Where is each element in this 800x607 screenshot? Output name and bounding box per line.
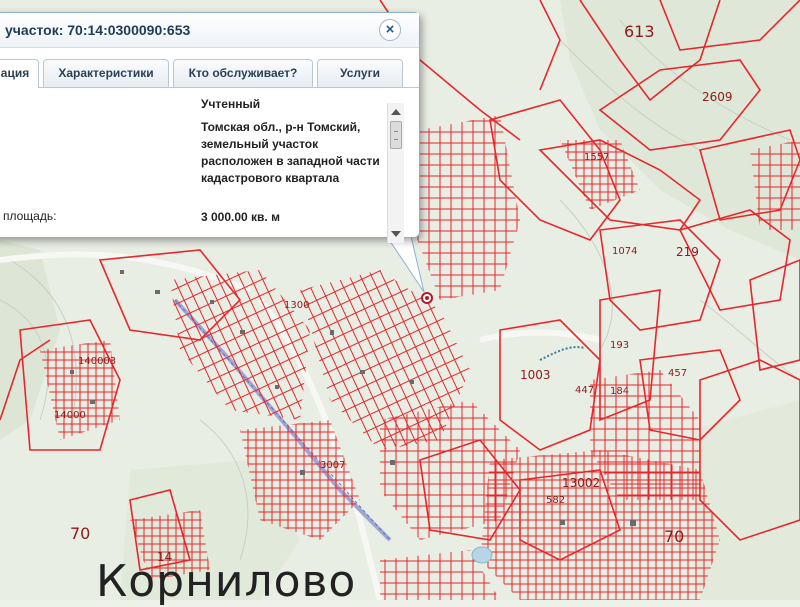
parcel-label-193: 193 [610, 340, 630, 351]
tab-label: Характеристики [58, 66, 154, 80]
scroll-thumb[interactable] [390, 121, 402, 149]
tab-services[interactable]: Услуги [317, 59, 403, 87]
area-label: площадь: [3, 209, 57, 223]
parcel-label-140003: 140003 [78, 356, 117, 367]
parcel-label-219: 219 [676, 245, 699, 259]
popup-tabs: ация Характеристики Кто обслуживает? Усл… [0, 59, 419, 88]
popup-header: участок: 70:14:0300090:653 × [0, 13, 419, 48]
tab-who-serves[interactable]: Кто обслуживает? [173, 59, 313, 87]
parcel-label-1074: 1074 [612, 246, 638, 257]
parcel-location-marker[interactable] [421, 292, 433, 304]
tab-label: Услуги [340, 66, 380, 80]
tab-label: ация [0, 66, 30, 80]
scroll-down-icon[interactable] [391, 231, 401, 237]
close-icon: × [385, 21, 395, 38]
tab-label: Кто обслуживает? [188, 66, 298, 80]
place-name-label: Корнилово [96, 556, 357, 607]
parcel-label-184: 184 [610, 386, 630, 397]
popup-title: участок: 70:14:0300090:653 [5, 22, 191, 38]
parcel-label-582: 582 [546, 495, 566, 506]
scroll-up-icon[interactable] [391, 109, 401, 115]
area-value: 3 000.00 кв. м [201, 210, 280, 224]
parcel-label-1557: 1557 [584, 152, 610, 163]
parcel-label-447: 447 [575, 385, 595, 396]
parcel-label-1300: 1300 [284, 300, 310, 311]
parcel-label-2609: 2609 [702, 90, 733, 104]
parcel-label-14000: 14000 [54, 410, 86, 421]
close-button[interactable]: × [379, 19, 401, 41]
tab-characteristics[interactable]: Характеристики [43, 59, 169, 87]
popup-scrollbar[interactable] [387, 103, 404, 243]
parcel-label-1003: 1003 [520, 368, 551, 382]
tab-information[interactable]: ация [0, 59, 39, 88]
address-value: Томская обл., р-н Томский, земельный уча… [201, 120, 380, 185]
parcel-label-3007: 3007 [320, 460, 346, 471]
parcel-label-70-west: 70 [70, 524, 91, 543]
parcel-label-13002: 13002 [562, 476, 601, 490]
parcel-label-613: 613 [624, 22, 655, 41]
parcel-info-popup: участок: 70:14:0300090:653 × ация Характ… [0, 12, 420, 243]
popup-content: Учтенный Томская обл., р-н Томский, земе… [0, 90, 391, 230]
status-value: Учтенный [201, 97, 261, 111]
parcel-label-457: 457 [668, 368, 688, 379]
parcel-label-70-east: 70 [664, 527, 685, 546]
